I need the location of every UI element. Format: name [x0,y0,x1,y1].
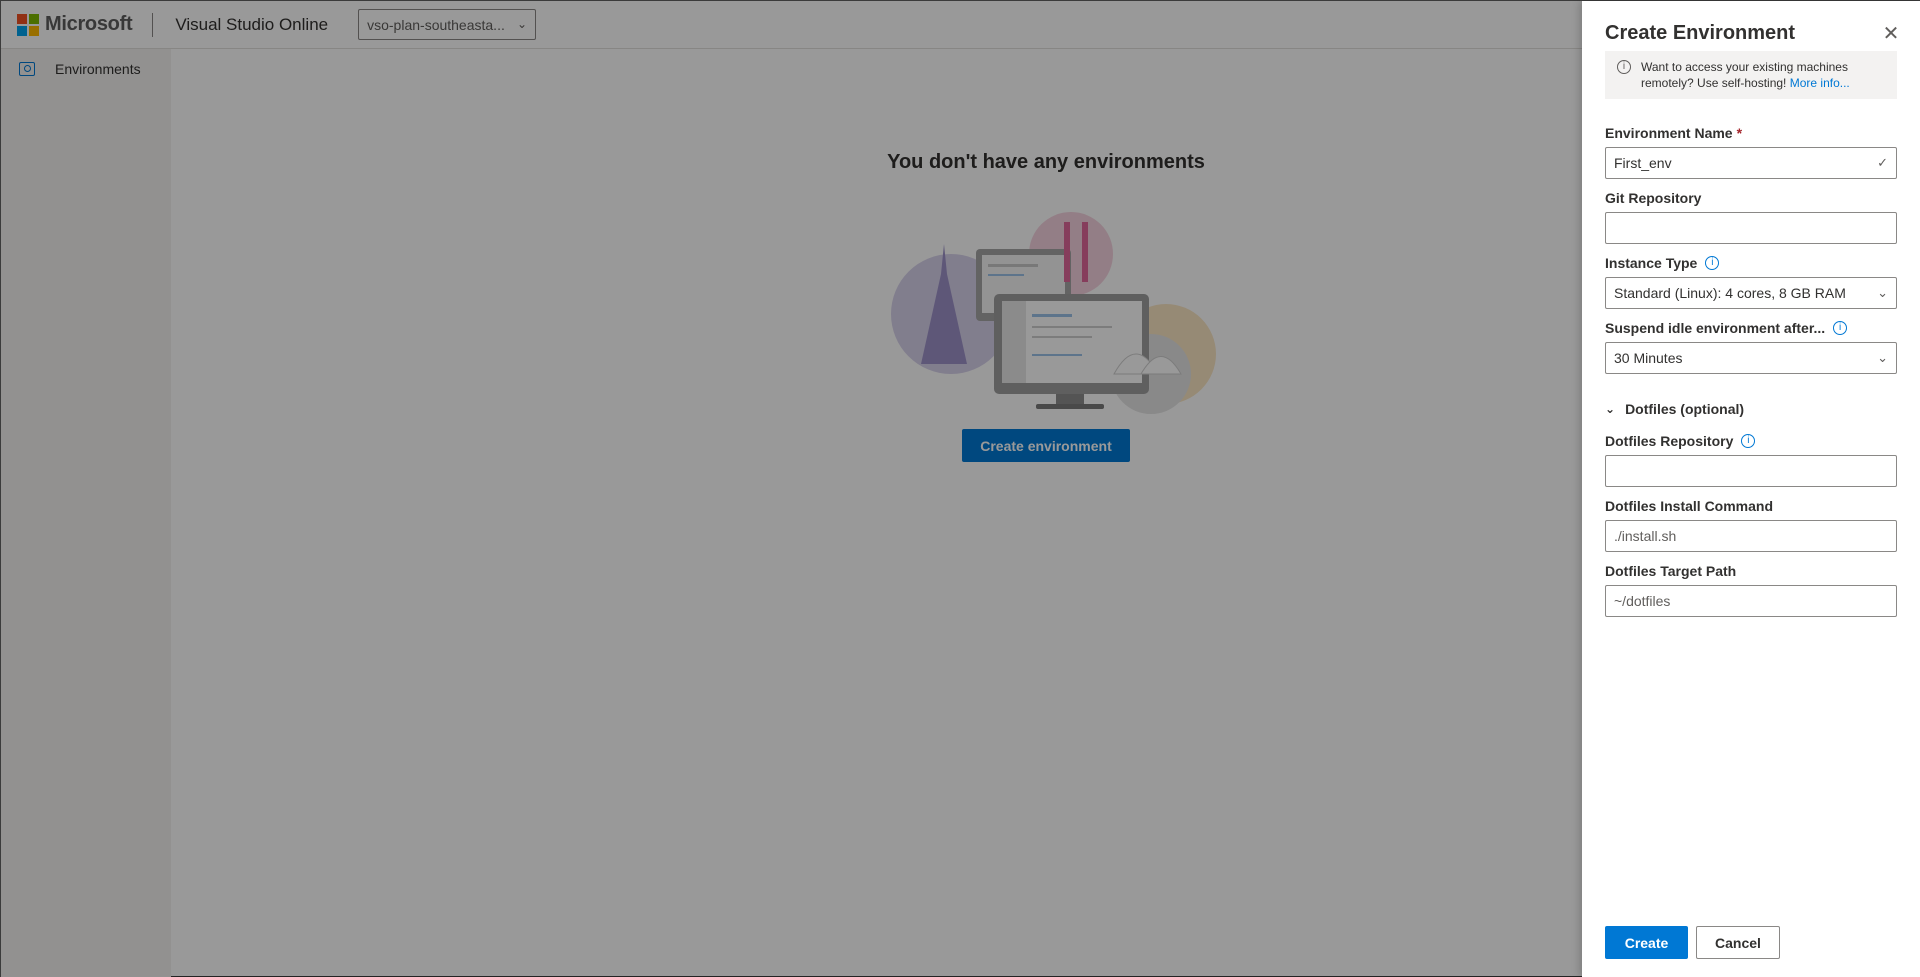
env-name-input[interactable]: First_env ✓ [1605,147,1897,179]
chevron-down-icon: ⌄ [1605,402,1616,416]
info-icon: i [1617,60,1631,74]
git-repo-label: Git Repository [1605,190,1701,206]
chevron-down-icon: ⌄ [1877,350,1888,365]
checkmark-icon: ✓ [1877,155,1888,170]
dotfiles-install-label-text: Dotfiles Install Command [1605,498,1774,514]
info-icon[interactable]: i [1833,321,1848,335]
chevron-down-icon: ⌄ [1877,285,1888,300]
env-name-value: First_env [1614,155,1672,171]
instance-type-select[interactable]: Standard (Linux): 4 cores, 8 GB RAM ⌄ [1605,277,1897,309]
dotfiles-install-label: Dotfiles Install Command [1605,498,1773,514]
dotfiles-section-label: Dotfiles (optional) [1625,401,1745,417]
suspend-select[interactable]: 30 Minutes ⌄ [1605,342,1897,374]
dotfiles-repo-input[interactable] [1605,455,1897,487]
suspend-label-text: Suspend idle environment after... [1605,320,1826,336]
create-environment-panel: Create Environment ✕ i Want to access yo… [1582,1,1920,977]
close-icon[interactable]: ✕ [1882,24,1900,44]
env-name-label: Environment Name * [1605,125,1742,141]
app-window: Microsoft Visual Studio Online vso-plan-… [0,0,1920,977]
create-button[interactable]: Create [1605,926,1688,959]
panel-title: Create Environment [1605,22,1796,44]
more-info-link[interactable]: More info... [1790,76,1850,90]
dotfiles-section-toggle[interactable]: ⌄ Dotfiles (optional) [1605,401,1744,417]
git-repo-input[interactable] [1605,212,1897,244]
dotfiles-repo-label: Dotfiles Repository i [1605,433,1756,449]
dotfiles-target-label-text: Dotfiles Target Path [1605,563,1737,579]
dotfiles-target-input[interactable]: ~/dotfiles [1605,585,1897,617]
instance-type-label: Instance Type i [1605,255,1720,271]
instance-type-label-text: Instance Type [1605,255,1698,271]
env-name-label-text: Environment Name [1605,125,1733,141]
cancel-button[interactable]: Cancel [1696,926,1780,959]
dotfiles-target-label: Dotfiles Target Path [1605,563,1736,579]
required-marker: * [1736,125,1743,141]
info-icon[interactable]: i [1705,256,1720,270]
dotfiles-repo-label-text: Dotfiles Repository [1605,433,1734,449]
dotfiles-install-input[interactable]: ./install.sh [1605,520,1897,552]
instance-type-value: Standard (Linux): 4 cores, 8 GB RAM [1614,285,1846,301]
suspend-value: 30 Minutes [1614,350,1683,366]
info-icon[interactable]: i [1741,434,1756,448]
info-message-bar: i Want to access your existing machines … [1605,51,1897,99]
suspend-label: Suspend idle environment after... i [1605,320,1848,336]
git-repo-label-text: Git Repository [1605,190,1702,206]
